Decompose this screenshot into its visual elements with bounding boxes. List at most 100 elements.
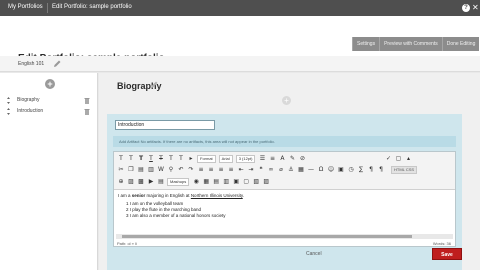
- paste-text-icon[interactable]: ▥: [147, 166, 155, 174]
- format-chevron-icon[interactable]: ▸: [187, 155, 195, 163]
- toolbar-row-1: T T T T T T T ▸ Format Arial 3 (12pt) ☰ …: [117, 154, 414, 164]
- strikethrough-icon[interactable]: T: [157, 155, 165, 163]
- insert-file-icon[interactable]: ▤: [157, 178, 165, 186]
- add-page-icon[interactable]: +: [45, 79, 55, 89]
- find-icon[interactable]: ⚲: [167, 166, 175, 174]
- highlight-icon[interactable]: ✎: [288, 155, 296, 163]
- superscript-icon[interactable]: T: [167, 155, 175, 163]
- section-name-input[interactable]: [115, 120, 215, 130]
- intro-sentence: I am a senior majoring in English at Nor…: [118, 193, 451, 199]
- save-button[interactable]: Save: [432, 248, 462, 260]
- table-insert-icon[interactable]: ▦: [202, 178, 210, 186]
- mashups-select[interactable]: Mashups: [167, 178, 190, 186]
- font-size-select[interactable]: 3 (12pt): [235, 155, 256, 163]
- done-editing-button[interactable]: Done Editing: [441, 37, 480, 51]
- sidebar-item-introduction[interactable]: Introduction: [0, 105, 97, 117]
- breadcrumb-edit-portfolio: Edit Portfolio: sample portfolio: [52, 4, 132, 10]
- close-icon[interactable]: ✕: [472, 3, 479, 13]
- help-icon[interactable]: ?: [462, 4, 470, 12]
- redo-icon[interactable]: ↷: [187, 166, 195, 174]
- clear-format-icon[interactable]: ⊘: [298, 155, 306, 163]
- font-family-select[interactable]: Arial: [218, 155, 233, 163]
- table-row-icon[interactable]: ▤: [212, 178, 220, 186]
- date-icon[interactable]: ▣: [337, 166, 345, 174]
- delete-trash-icon[interactable]: [84, 108, 90, 115]
- text-color-icon[interactable]: A: [278, 155, 286, 163]
- numbered-list-icon[interactable]: ≡: [268, 155, 276, 163]
- rtl-icon[interactable]: ¶: [377, 166, 385, 174]
- html-css-toggle[interactable]: HTML CSS: [391, 166, 418, 174]
- course-label: English 101: [18, 61, 45, 67]
- paste-icon[interactable]: ▤: [137, 166, 145, 174]
- preview-icon[interactable]: ◉: [192, 178, 200, 186]
- blockquote-icon[interactable]: ❝: [257, 166, 265, 174]
- align-center-icon[interactable]: ≡: [207, 166, 215, 174]
- bullet-list-icon[interactable]: ☰: [258, 155, 266, 163]
- settings-button[interactable]: Settings: [352, 37, 380, 51]
- numbered-list: 1 I am on the volleyball team 2 I play t…: [126, 201, 226, 219]
- edit-section-pencil-icon[interactable]: [149, 80, 159, 90]
- toolbar-row-3: ⊕ ▨ ▩ ▶ ▤ Mashups ◉ ▦ ▤ ▥ ▣ ▢ ▧ ▨: [117, 177, 272, 187]
- rule-icon[interactable]: —: [307, 166, 315, 174]
- breadcrumb-my-portfolios[interactable]: My Portfolios: [8, 4, 43, 10]
- table-delete-icon[interactable]: ▧: [252, 178, 260, 186]
- table-col-icon[interactable]: ▥: [222, 178, 230, 186]
- course-row: English 101: [0, 56, 480, 72]
- editor-content[interactable]: I am a senior majoring in English at Nor…: [118, 193, 451, 218]
- drag-handle-icon[interactable]: [7, 97, 10, 104]
- ltr-icon[interactable]: ¶: [367, 166, 375, 174]
- underline-icon[interactable]: T: [147, 155, 155, 163]
- align-right-icon[interactable]: ≡: [217, 166, 225, 174]
- indent-icon[interactable]: ⇥: [247, 166, 255, 174]
- rich-text-editor[interactable]: T T T T T T T ▸ Format Arial 3 (12pt) ☰ …: [113, 151, 456, 247]
- spellcheck-icon[interactable]: ✓: [384, 155, 392, 163]
- intro-text-bold: senior: [131, 193, 146, 198]
- anchor-icon[interactable]: ⚓: [287, 166, 295, 174]
- paste-word-icon[interactable]: W: [157, 166, 165, 174]
- top-navigation-bar: My Portfolios Edit Portfolio: sample por…: [0, 0, 480, 16]
- align-left-icon[interactable]: ≡: [197, 166, 205, 174]
- table-props-icon[interactable]: ▨: [262, 178, 270, 186]
- scrollbar-thumb[interactable]: [122, 235, 412, 238]
- fullscreen-icon[interactable]: ▢: [394, 155, 402, 163]
- table-split-icon[interactable]: ▢: [242, 178, 250, 186]
- university-link[interactable]: Northern Illinois University: [191, 193, 243, 198]
- editor-toolbar: T T T T T T T ▸ Format Arial 3 (12pt) ☰ …: [114, 152, 455, 190]
- add-section-icon[interactable]: +: [282, 96, 291, 105]
- insert-video-icon[interactable]: ▶: [147, 178, 155, 186]
- insert-content-icon[interactable]: ⊕: [117, 178, 125, 186]
- table-icon[interactable]: ▦: [297, 166, 305, 174]
- copy-icon[interactable]: ❐: [127, 166, 135, 174]
- cut-icon[interactable]: ✂: [117, 166, 125, 174]
- justify-icon[interactable]: ≡: [227, 166, 235, 174]
- emoticon-icon[interactable]: ☺: [327, 166, 335, 174]
- cancel-button[interactable]: Cancel: [306, 251, 322, 257]
- preview-with-comments-button[interactable]: Preview with Comments: [379, 37, 442, 51]
- list-item: 3 I am also a member of a national honor…: [126, 213, 226, 218]
- unlink-icon[interactable]: ⌀: [277, 166, 285, 174]
- time-icon[interactable]: ◷: [347, 166, 355, 174]
- toolbar-row-2: ✂ ❐ ▤ ▥ W ⚲ ↶ ↷ ≡ ≡ ≡ ≡ ⇤ ⇥ ❝ ∞ ⌀ ⚓ ▦ — …: [117, 165, 418, 175]
- special-char-icon[interactable]: Ω: [317, 166, 325, 174]
- link-icon[interactable]: ∞: [267, 166, 275, 174]
- undo-icon[interactable]: ↶: [177, 166, 185, 174]
- intro-text-prefix: I am a: [118, 193, 132, 198]
- table-merge-icon[interactable]: ▣: [232, 178, 240, 186]
- intro-text-suffix: .: [242, 193, 245, 198]
- sidebar-item-label: Introduction: [17, 108, 44, 114]
- edit-course-pencil-icon[interactable]: [52, 59, 62, 69]
- toggle-toolbar-icon[interactable]: ▴: [404, 155, 412, 163]
- format-select[interactable]: Format: [197, 155, 216, 163]
- horizontal-scrollbar[interactable]: [116, 234, 453, 239]
- insert-media-icon[interactable]: ▩: [137, 178, 145, 186]
- subscript-icon[interactable]: T: [177, 155, 185, 163]
- insert-image-icon[interactable]: ▨: [127, 178, 135, 186]
- outdent-icon[interactable]: ⇤: [237, 166, 245, 174]
- delete-trash-icon[interactable]: [84, 97, 90, 104]
- bold-icon[interactable]: T: [137, 155, 145, 163]
- sidebar: + Biography Introduction: [0, 73, 98, 270]
- math-icon[interactable]: ∑: [357, 166, 365, 174]
- text-style-icon[interactable]: T: [127, 155, 135, 163]
- text-size-icon[interactable]: T: [117, 155, 125, 163]
- drag-handle-icon[interactable]: [7, 108, 10, 115]
